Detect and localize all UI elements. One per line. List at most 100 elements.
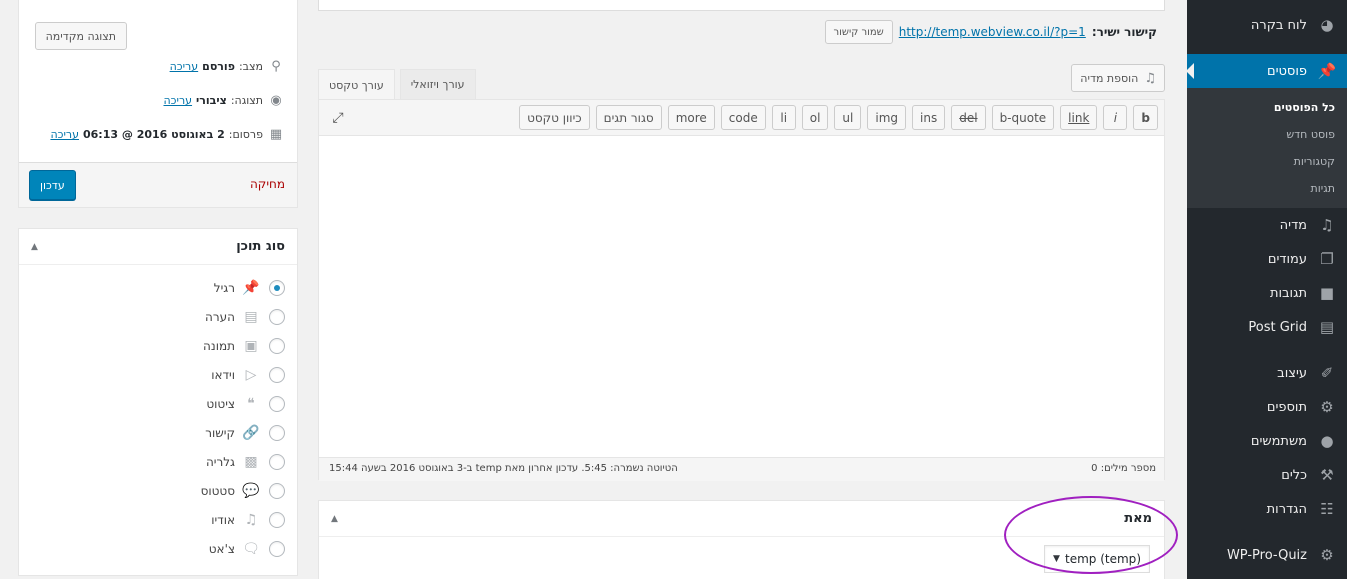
qt-more-button[interactable]: more	[667, 105, 715, 130]
menu-item-users[interactable]: ● משתמשים	[1187, 424, 1347, 458]
eye-icon: ◉	[270, 93, 282, 108]
editor-tabs: עורך טקסט עורך ויזואלי	[318, 69, 481, 100]
menu-item-tools[interactable]: ⚒ כלים	[1187, 458, 1347, 492]
editor-status-bar: מספר מילים: 0 הטיוטה נשמרה: 5:45. עדכון …	[319, 457, 1164, 481]
format-item-image[interactable]: ▣ תמונה	[19, 331, 297, 360]
quicktags-buttons: b i link b-quote del ins img ul ol li co…	[519, 105, 1158, 130]
menu-label: Post Grid	[1248, 319, 1307, 335]
radio-chat[interactable]	[269, 540, 285, 557]
permalink-url[interactable]: http://temp.webview.co.il/?p=1	[899, 25, 1086, 39]
tab-text[interactable]: עורך טקסט	[318, 69, 395, 100]
comment-icon: ■	[1319, 284, 1335, 302]
dashboard-icon: ◕	[1320, 16, 1334, 34]
menu-item-appearance[interactable]: ✐ עיצוב	[1187, 356, 1347, 390]
format-item-audio[interactable]: ♫ אודיו	[19, 505, 297, 534]
format-label: גלריה	[205, 454, 235, 469]
menu-item-post-grid[interactable]: ▤ Post Grid	[1187, 310, 1347, 344]
tab-visual[interactable]: עורך ויזואלי	[399, 69, 476, 99]
qt-ins-button[interactable]: ins	[912, 105, 946, 130]
posts-submenu: כל הפוסטים פוסט חדש קטגוריות תגיות	[1187, 88, 1347, 208]
status-edit-link[interactable]: עריכה	[170, 60, 199, 73]
submenu-item-categories[interactable]: קטגוריות	[1187, 148, 1347, 175]
admin-sidebar: ◕ לוח בקרה 📌 פוסטים כל הפוסטים פוסט חדש …	[1186, 0, 1347, 579]
trash-link[interactable]: מחיקה	[250, 177, 285, 191]
radio-image[interactable]	[269, 337, 285, 354]
radio-quote[interactable]	[269, 395, 285, 412]
qt-code-button[interactable]: code	[720, 105, 766, 130]
settings-icon: ☷	[1320, 500, 1334, 518]
qt-close-tags-button[interactable]: סגור תגים	[595, 105, 662, 130]
qt-ul-button[interactable]: ul	[834, 105, 862, 130]
radio-standard[interactable]	[269, 279, 285, 296]
format-item-video[interactable]: ▷ וידאו	[19, 360, 297, 389]
format-item-status[interactable]: 💬 סטטוס	[19, 476, 297, 505]
permalink-label: קישור ישיר:	[1091, 25, 1157, 39]
visibility-label: תצוגה:	[230, 94, 263, 107]
menu-item-plugins[interactable]: ⚙ תוספים	[1187, 390, 1347, 424]
author-header[interactable]: מאת ▲	[319, 501, 1164, 537]
qt-blockquote-button[interactable]: b-quote	[991, 105, 1055, 130]
published-edit-link[interactable]: עריכה	[50, 128, 79, 141]
qt-italic-button[interactable]: i	[1103, 105, 1128, 130]
qt-link-button[interactable]: link	[1060, 105, 1098, 130]
key-icon: ⚲	[271, 59, 281, 74]
submenu-item-all-posts[interactable]: כל הפוסטים	[1187, 94, 1347, 121]
qt-img-button[interactable]: img	[867, 105, 907, 130]
format-item-gallery[interactable]: ▩ גלריה	[19, 447, 297, 476]
menu-item-posts[interactable]: 📌 פוסטים	[1186, 54, 1347, 88]
radio-aside[interactable]	[269, 308, 285, 325]
format-item-aside[interactable]: ▤ הערה	[19, 302, 297, 331]
video-icon: ▷	[245, 366, 257, 383]
radio-link[interactable]	[269, 424, 285, 441]
qt-bold-button[interactable]: b	[1133, 105, 1158, 130]
collapse-arrow-icon[interactable]: ▲	[31, 242, 38, 252]
menu-item-dashboard[interactable]: ◕ לוח בקרה	[1187, 8, 1347, 42]
quote-icon: ❝	[247, 395, 255, 412]
title-box-bottom	[318, 0, 1165, 11]
published-row: ▦ פרסום: 2 באוגוסט 2016 @ 06:13 עריכה	[50, 127, 285, 142]
menu-item-settings[interactable]: ☷ הגדרות	[1187, 492, 1347, 526]
post-format-header[interactable]: סוג תוכן ▲	[19, 229, 297, 265]
post-format-box: סוג תוכן ▲ 📌 רגיל ▤ הערה ▣ תמונה ▷ וידאו…	[18, 228, 298, 576]
add-media-button[interactable]: ♫ הוספת מדיה	[1071, 64, 1165, 92]
grid-icon: ▤	[1319, 318, 1335, 336]
qt-del-button[interactable]: del	[951, 105, 986, 130]
preview-button[interactable]: תצוגה מקדימה	[34, 22, 127, 50]
word-count: מספר מילים: 0	[1091, 463, 1156, 474]
menu-item-pages[interactable]: ❐ עמודים	[1187, 242, 1347, 276]
visibility-edit-link[interactable]: עריכה	[163, 94, 192, 107]
status-icon: 💬	[242, 482, 260, 499]
content-textarea[interactable]	[319, 136, 1164, 457]
link-icon: 🔗	[242, 424, 260, 441]
submenu-item-new-post[interactable]: פוסט חדש	[1187, 121, 1347, 148]
pin-icon: 📌	[242, 279, 260, 296]
radio-audio[interactable]	[269, 511, 285, 528]
menu-item-comments[interactable]: ■ תגובות	[1187, 276, 1347, 310]
user-icon: ●	[1320, 432, 1334, 450]
collapse-arrow-icon[interactable]: ▲	[331, 514, 338, 524]
menu-item-wp-pro-quiz[interactable]: ⚙ WP-Pro-Quiz	[1187, 538, 1347, 572]
qt-text-direction-button[interactable]: כיוון טקסט	[519, 105, 590, 130]
qt-ol-button[interactable]: ol	[801, 105, 829, 130]
menu-label: תגובות	[1269, 285, 1307, 301]
aside-icon: ▤	[244, 308, 258, 325]
author-select[interactable]: (temp (temp ▼	[1044, 545, 1150, 573]
format-item-link[interactable]: 🔗 קישור	[19, 418, 297, 447]
format-item-standard[interactable]: 📌 רגיל	[19, 273, 297, 302]
author-box: מאת ▲ (temp (temp ▼	[318, 500, 1165, 579]
format-item-chat[interactable]: 🗨 צ'אט	[19, 534, 297, 563]
post-format-title: סוג תוכן	[236, 239, 285, 254]
format-item-quote[interactable]: ❝ ציטוט	[19, 389, 297, 418]
publish-footer: מחיקה עדכון	[19, 162, 297, 207]
submenu-item-tags[interactable]: תגיות	[1187, 175, 1347, 202]
update-button[interactable]: עדכון	[29, 170, 76, 200]
fullscreen-icon[interactable]: ⤢	[329, 109, 347, 127]
menu-label: לוח בקרה	[1250, 17, 1307, 33]
menu-item-media[interactable]: ♫ מדיה	[1187, 208, 1347, 242]
radio-gallery[interactable]	[269, 453, 285, 470]
radio-video[interactable]	[269, 366, 285, 383]
radio-status[interactable]	[269, 482, 285, 499]
save-permalink-button[interactable]: שמור קישור	[824, 20, 893, 44]
qt-li-button[interactable]: li	[771, 105, 796, 130]
calendar-icon: ▦	[269, 127, 283, 142]
